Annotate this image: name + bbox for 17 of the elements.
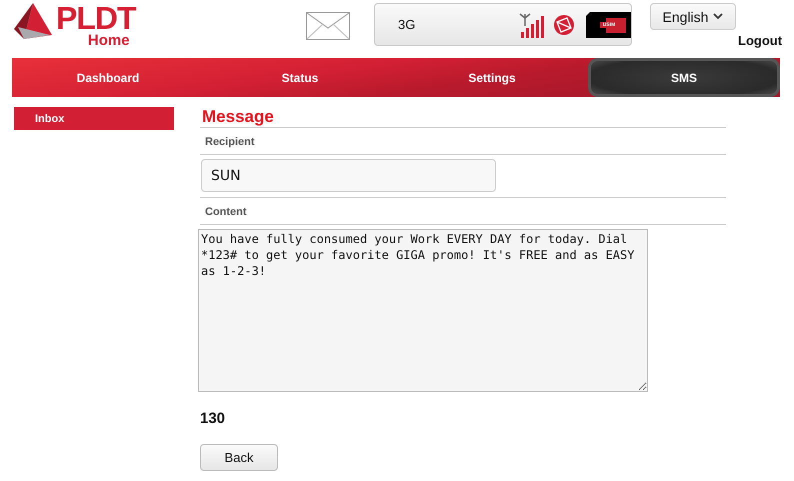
logout-link[interactable]: Logout xyxy=(738,33,782,48)
brand-subtitle: Home xyxy=(88,33,130,49)
section-title: Message xyxy=(201,107,275,127)
nav-tab[interactable]: Status xyxy=(204,58,396,97)
back-button[interactable]: Back xyxy=(200,444,278,471)
language-dropdown[interactable]: English xyxy=(650,3,736,30)
network-type: 3G xyxy=(398,17,416,32)
nav-tab[interactable]: Dashboard xyxy=(12,58,204,97)
recipient-field[interactable]: SUN xyxy=(201,159,496,192)
brand-name: PLDT xyxy=(56,3,136,33)
message-content-field[interactable]: You have fully consumed your Work EVERY DAY for today. Dial *123# to get your favorite GIGA promo! It's FREE and as EASY as 1-2-3! xyxy=(198,229,648,392)
nav-tab[interactable]: SMS xyxy=(588,58,780,97)
field-label: Recipient xyxy=(205,136,255,148)
character-count: 130 xyxy=(200,410,226,427)
sidebar-item[interactable]: Inbox xyxy=(14,107,174,130)
field-label: Content xyxy=(205,206,247,218)
nav-tab[interactable]: Settings xyxy=(396,58,588,97)
